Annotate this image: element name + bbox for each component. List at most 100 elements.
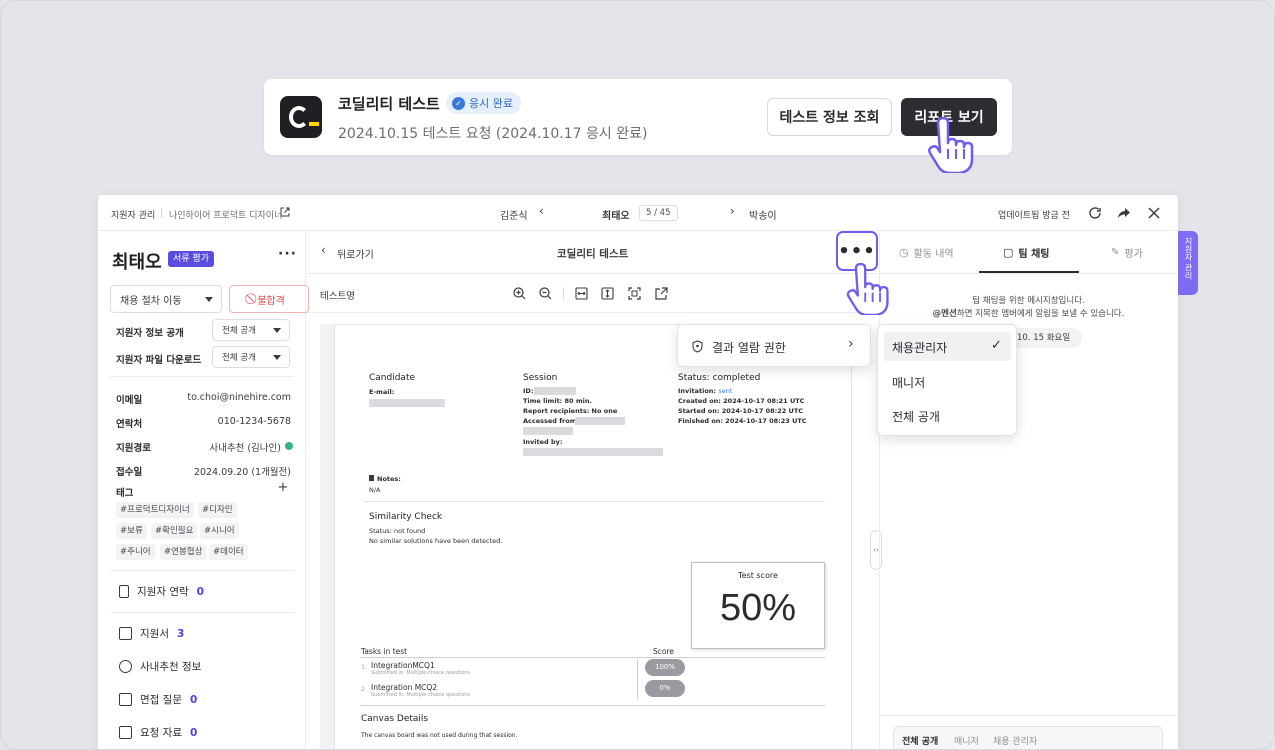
more-options-icon[interactable]: ···	[278, 246, 297, 262]
divider	[879, 715, 1178, 716]
report-id: ID:	[523, 387, 534, 395]
report-status-heading: Status: completed	[678, 373, 761, 383]
side-item-label: 사내추천 정보	[140, 661, 202, 673]
submenu-option-selected[interactable]: 채용관리자 ✓	[884, 332, 1011, 361]
add-tag-icon[interactable]: +	[276, 481, 290, 495]
info-public-select[interactable]: 전체 공개	[212, 319, 290, 341]
side-tab-candidate-mgmt[interactable]: 지원자 관리	[1178, 231, 1198, 295]
tag: #프로덕트디자이너	[116, 502, 194, 518]
test-score-value: 50%	[719, 587, 797, 629]
tab-team-chat[interactable]: ▢ 팀 채팅	[1003, 245, 1050, 260]
move-stage-select[interactable]: 채용 절차 이동	[110, 285, 222, 313]
clipboard-icon	[119, 627, 132, 640]
date-chip: 10. 15 화요일	[1009, 328, 1083, 348]
tab-label: 활동 내역	[913, 249, 954, 260]
divider	[879, 273, 1178, 274]
tab-label: 평가	[1124, 249, 1143, 260]
redacted-bar	[523, 427, 573, 435]
next-candidate-name[interactable]: 박송이	[749, 207, 777, 222]
test-info-button[interactable]: 테스트 정보 조회	[767, 98, 892, 136]
side-item-contact[interactable]: 지원자 연락 0	[119, 584, 204, 599]
task-sub: Submitted in: Multiple-choice questions	[371, 670, 471, 676]
update-status: 업데이트됨 방금 전	[998, 211, 1070, 221]
codility-logo	[280, 96, 322, 138]
test-name-label: 테스트명	[320, 291, 355, 302]
prev-candidate-name[interactable]: 김준식	[500, 207, 528, 222]
audience-all[interactable]: 전체 공개	[902, 734, 938, 747]
invitation-label: Invitation:	[678, 387, 717, 395]
candidate-profile-panel: 최태오 서류 평가 ··· 채용 절차 이동 ⃠불합격 지원자 정보 공개 전체…	[98, 232, 309, 749]
info-public-label: 지원자 정보 공개	[116, 328, 184, 339]
breadcrumb-job[interactable]: 나인하이어 프로덕트 디자이너	[169, 208, 282, 221]
side-item-materials[interactable]: 요청 자료 0	[119, 725, 197, 740]
refresh-icon[interactable]	[1088, 206, 1102, 220]
side-item-label: 지원서	[140, 628, 169, 640]
chat-audience-bar: 전체 공개 매니저 채용 관리자	[893, 726, 1163, 749]
tags-label: 태그	[116, 488, 134, 499]
tab-activity[interactable]: ◷ 활동 내역	[899, 245, 954, 260]
side-item-application[interactable]: 지원서 3	[119, 626, 184, 641]
zoom-in-icon[interactable]	[513, 287, 526, 300]
folder-icon	[119, 726, 132, 739]
hand-cursor-icon	[846, 263, 889, 315]
invitation-value: sent	[718, 387, 733, 395]
shield-icon	[692, 340, 703, 353]
caret-down-icon	[273, 328, 281, 333]
share-icon[interactable]	[1117, 206, 1131, 220]
permission-submenu: 채용관리자 ✓ 매니저 전체 공개	[877, 324, 1017, 436]
divider	[363, 501, 825, 502]
breadcrumb-root[interactable]: 지원자 관리	[111, 208, 155, 221]
chevron-right-icon[interactable]: ›	[730, 204, 735, 218]
users-icon	[119, 660, 132, 673]
fit-page-icon[interactable]	[628, 287, 641, 300]
redacted-bar	[369, 399, 445, 407]
tab-evaluation[interactable]: ✎ 평가	[1111, 245, 1143, 260]
report-invitation: Invitation: sent	[678, 387, 732, 395]
info-public-value: 전체 공개	[222, 326, 256, 336]
candidate-counter: 5 / 45	[639, 205, 678, 221]
phone-icon	[119, 585, 129, 598]
divider	[110, 612, 294, 613]
option-manager[interactable]: 매니저	[892, 374, 925, 391]
close-icon[interactable]	[1148, 207, 1160, 219]
file-download-select[interactable]: 전체 공개	[212, 346, 290, 368]
chevron-left-icon[interactable]: ‹	[539, 204, 544, 218]
option-public[interactable]: 전체 공개	[892, 408, 940, 425]
external-link-icon[interactable]	[280, 207, 290, 217]
back-button[interactable]: 뒤로가기	[337, 246, 374, 261]
task-score-pill: 100%	[645, 659, 685, 676]
divider	[361, 705, 825, 706]
reject-button[interactable]: ⃠불합격	[229, 285, 309, 313]
permission-menu-item[interactable]: 결과 열람 권한	[712, 339, 786, 356]
zoom-out-icon[interactable]	[539, 287, 552, 300]
caret-down-icon	[205, 297, 213, 302]
redacted-bar	[534, 387, 576, 395]
report-viewer: ‹ 뒤로가기 코딜리티 테스트 테스트명 Candidate E-mail: S…	[307, 232, 882, 749]
chevron-left-icon[interactable]: ‹	[321, 243, 326, 257]
similarity-desc: No similar solutions have been detected.	[369, 537, 503, 545]
report-notes-value: N/A	[369, 486, 381, 494]
redacted-bar	[575, 417, 625, 425]
side-item-label: 요청 자료	[140, 727, 182, 739]
pdf-preview: Candidate E-mail: Session ID: Time limit…	[320, 324, 852, 749]
fit-height-icon[interactable]	[601, 287, 614, 300]
hand-cursor-icon	[928, 117, 974, 173]
report-finished: Finished on: 2024-10-17 08:23 UTC	[678, 417, 807, 425]
audience-admin[interactable]: 채용 관리자	[993, 734, 1037, 747]
candidate-window: 지원자 관리 나인하이어 프로덕트 디자이너 김준식 ‹ 최태오 5 / 45 …	[98, 195, 1178, 749]
open-external-icon[interactable]	[655, 287, 668, 300]
audience-manager[interactable]: 매니저	[954, 734, 979, 747]
phone-label: 연락처	[116, 419, 143, 430]
chat-info-line2: @멘션하면 지목한 멤버에게 알림을 보낼 수 있습니다.	[879, 307, 1178, 319]
fit-width-icon[interactable]	[575, 287, 588, 300]
status-badge: ✓ 응시 완료	[446, 92, 521, 114]
report-accessed: Accessed from:	[523, 417, 580, 425]
source-value: 사내추천 (김나인)	[209, 443, 281, 454]
side-item-referral[interactable]: 사내추천 정보	[119, 659, 201, 674]
activity-panel: ◷ 활동 내역 ▢ 팀 채팅 ✎ 평가 팀 채팅을 위한 메시지창입니다. @멘션하면…	[879, 232, 1178, 749]
reject-label: 불합격	[257, 295, 285, 307]
toolbar-divider	[563, 287, 564, 300]
similarity-status: Status: not found	[369, 527, 426, 535]
side-item-interview[interactable]: 면접 질문 0	[119, 692, 197, 707]
test-summary-card: 코딜리티 테스트 ✓ 응시 완료 2024.10.15 테스트 요청 (2024.…	[264, 79, 1012, 173]
